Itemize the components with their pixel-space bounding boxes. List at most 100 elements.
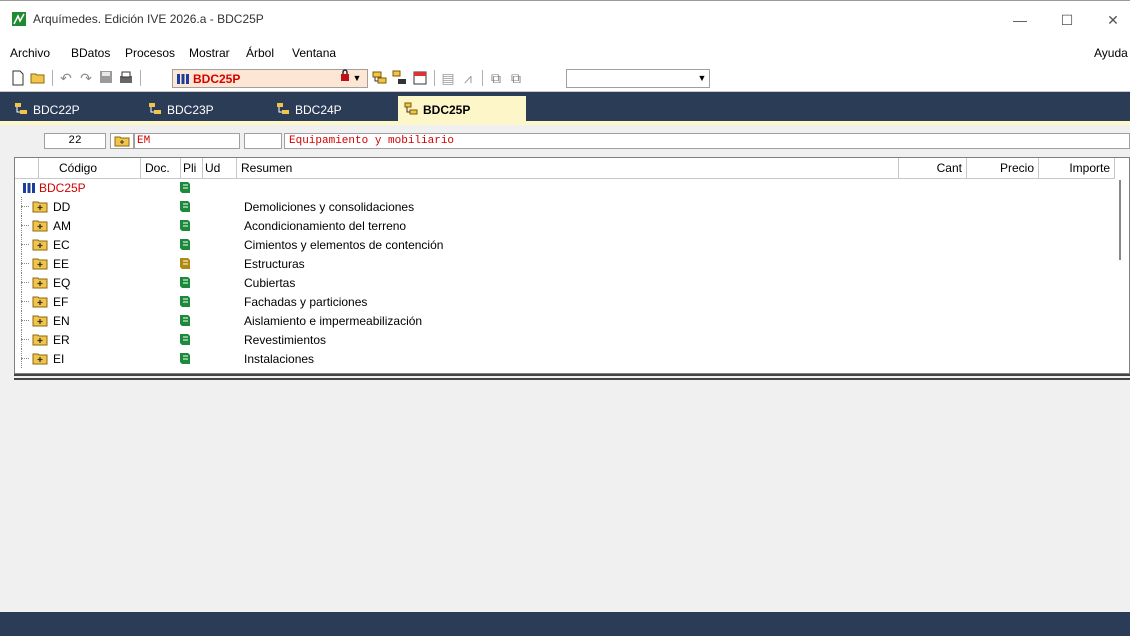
specification-icon: [180, 315, 190, 326]
tree-branch: [21, 301, 29, 302]
scrollbar-thumb[interactable]: [1119, 180, 1121, 260]
database-icon: [177, 74, 189, 84]
tree-branch: [21, 206, 29, 207]
tab-bdc24p[interactable]: BDC24P: [276, 99, 376, 121]
row-code: EC: [53, 238, 70, 252]
menu-ventana[interactable]: Ventana: [292, 46, 336, 60]
tree-branch: [21, 358, 29, 359]
tab-bdc22p[interactable]: BDC22P: [14, 99, 114, 121]
chapter-tree-icon: [149, 103, 161, 114]
menu-procesos[interactable]: Procesos: [125, 46, 175, 60]
save-icon[interactable]: [98, 70, 114, 86]
tree-root-row[interactable]: BDC25P: [15, 178, 1115, 197]
row-code: EN: [53, 314, 70, 328]
filter-icon[interactable]: ▤: [440, 70, 456, 86]
database-selector[interactable]: BDC25P: [172, 69, 368, 88]
window-title: Arquímedes. Edición IVE 2026.a - BDC25P: [33, 12, 264, 26]
graph-icon[interactable]: ⩘: [460, 70, 476, 86]
column-importe[interactable]: Importe: [1039, 158, 1115, 178]
chevron-down-icon[interactable]: ▼: [697, 69, 707, 87]
menu-arbol[interactable]: Árbol: [246, 46, 274, 60]
row-code: EF: [53, 295, 69, 309]
row-summary: Cubiertas: [244, 276, 296, 290]
table-row[interactable]: ER Revestimientos: [15, 330, 1115, 349]
table-row[interactable]: EN Aislamiento e impermeabilización: [15, 311, 1115, 330]
concept-count: 22: [44, 133, 106, 149]
print-icon[interactable]: [118, 70, 134, 86]
copy-icon[interactable]: ⧉: [488, 70, 504, 86]
specification-icon: [180, 182, 190, 193]
specification-icon: [180, 277, 190, 288]
column-precio[interactable]: Precio: [967, 158, 1039, 178]
tab-bdc23p[interactable]: BDC23P: [148, 99, 248, 121]
paste-icon[interactable]: ⧉: [508, 70, 524, 86]
folder-icon: [32, 315, 48, 327]
tree-icon[interactable]: [392, 70, 408, 86]
toolbar: ↶ ↷ BDC25P ▼ ▤ ⩘ ⧉ ⧉ ▼: [0, 66, 1130, 92]
close-button[interactable]: ✕: [1098, 9, 1128, 31]
toolbar-separator: [434, 70, 435, 86]
table-row[interactable]: EC Cimientos y elementos de contención: [15, 235, 1115, 254]
column-resumen[interactable]: Resumen: [237, 158, 899, 178]
column-spacer: [15, 158, 39, 178]
table-row[interactable]: EI Instalaciones: [15, 349, 1115, 368]
toolbar-separator: [52, 70, 53, 86]
folder-icon: [32, 201, 48, 213]
filter-combo[interactable]: [566, 69, 710, 88]
status-bar: [0, 612, 1130, 636]
unit-field[interactable]: [244, 133, 282, 149]
vertical-scrollbar[interactable]: [1115, 158, 1129, 373]
column-doc[interactable]: Doc.: [141, 158, 181, 178]
folder-icon: [32, 277, 48, 289]
chapter-tree-icon: [404, 102, 418, 115]
title-bar: Arquímedes. Edición IVE 2026.a - BDC25P …: [0, 0, 1130, 38]
chapter-tree-icon: [277, 103, 289, 114]
row-code: ER: [53, 333, 70, 347]
undo-icon[interactable]: ↶: [58, 70, 74, 86]
table-row[interactable]: EE Estructuras: [15, 254, 1115, 273]
toolbar-separator: [482, 70, 483, 86]
row-summary: Aislamiento e impermeabilización: [244, 314, 423, 328]
table-row[interactable]: AM Acondicionamiento del terreno: [15, 216, 1115, 235]
column-cant[interactable]: Cant: [899, 158, 967, 178]
specification-icon: [180, 220, 190, 231]
document-icon[interactable]: [412, 70, 428, 86]
app-logo-icon: [12, 12, 26, 26]
column-codigo[interactable]: Código: [39, 158, 141, 178]
code-field[interactable]: EM: [134, 133, 240, 149]
specification-icon: [180, 258, 190, 269]
menu-archivo[interactable]: Archivo: [10, 46, 50, 60]
row-summary: Revestimientos: [244, 333, 327, 347]
minimize-button[interactable]: —: [1005, 9, 1035, 31]
tree-branch: [21, 320, 29, 321]
specification-icon: [180, 201, 190, 212]
menu-mostrar[interactable]: Mostrar: [189, 46, 230, 60]
table-row[interactable]: EQ Cubiertas: [15, 273, 1115, 292]
specification-icon: [180, 334, 190, 345]
menu-ayuda[interactable]: Ayuda: [1094, 46, 1128, 60]
lock-icon[interactable]: [340, 69, 350, 84]
row-summary: Estructuras: [244, 257, 305, 271]
breadcrumb: 22 EM Equipamiento y mobiliario: [0, 125, 1130, 152]
root-code: BDC25P: [39, 181, 86, 195]
table-row[interactable]: DD Demoliciones y consolidaciones: [15, 197, 1115, 216]
row-summary: Fachadas y particiones: [244, 295, 368, 309]
redo-icon[interactable]: ↷: [78, 70, 94, 86]
maximize-button[interactable]: ☐: [1052, 9, 1082, 31]
open-folder-icon[interactable]: [30, 70, 46, 86]
menu-bdatos[interactable]: BDatos: [71, 46, 110, 60]
row-summary: Demoliciones y consolidaciones: [244, 200, 415, 214]
new-file-icon[interactable]: [10, 70, 26, 86]
folder-up-button[interactable]: [110, 133, 134, 149]
summary-field[interactable]: Equipamiento y mobiliario: [284, 133, 1130, 149]
concept-tree-list[interactable]: Código Doc. Pli Ud Resumen Cant Precio I…: [14, 157, 1130, 374]
add-chapter-icon[interactable]: [372, 70, 388, 86]
table-row[interactable]: EF Fachadas y particiones: [15, 292, 1115, 311]
row-code: EI: [53, 352, 65, 366]
row-code: AM: [53, 219, 71, 233]
chevron-down-icon[interactable]: ▼: [352, 69, 362, 87]
column-pli[interactable]: Pli: [181, 158, 203, 178]
tab-bdc25p[interactable]: BDC25P: [398, 96, 526, 121]
column-ud[interactable]: Ud: [203, 158, 237, 178]
lower-pane: [14, 380, 1130, 612]
